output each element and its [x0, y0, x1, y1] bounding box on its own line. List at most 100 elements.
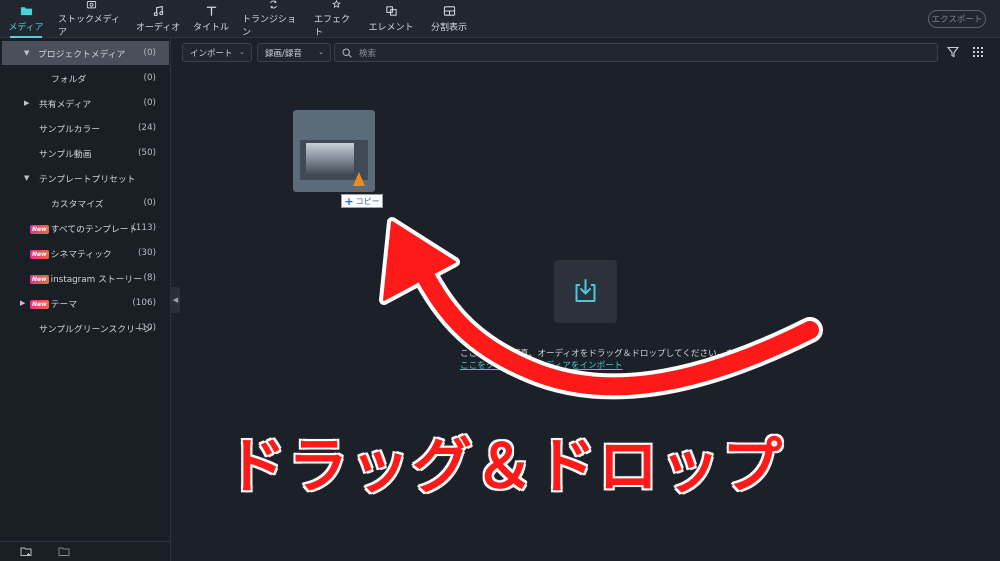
caret-down-icon[interactable]: ▼	[24, 49, 32, 57]
new-folder-icon[interactable]	[20, 546, 32, 557]
music-note-icon	[153, 5, 163, 17]
tab-audio[interactable]: オーディオ	[134, 0, 182, 38]
new-badge: New	[30, 224, 49, 234]
tab-label: エフェクト	[314, 15, 351, 38]
tab-split-screen[interactable]: 分割表示	[425, 0, 473, 38]
chevron-down-icon: ⌄	[318, 48, 324, 56]
sidebar-item-instagram-story[interactable]: New instagram ストーリー (8)	[0, 266, 169, 290]
sidebar-item-count: (10)	[137, 323, 156, 333]
sidebar-item-project-media[interactable]: ▼ プロジェクトメディア (0)	[2, 41, 169, 65]
sidebar-item-label: カスタマイズ	[51, 199, 104, 210]
record-dropdown[interactable]: 録画/録音 ⌄	[257, 43, 331, 62]
sidebar-item-label: テンプレートプリセット	[39, 174, 136, 185]
sidebar-item-label: instagram ストーリー	[50, 274, 143, 285]
sidebar-item-folder[interactable]: フォルダ (0)	[0, 66, 169, 90]
transition-icon	[269, 0, 277, 9]
sidebar-item-label: すべてのテンプレート	[50, 224, 138, 235]
sidebar-item-customize[interactable]: カスタマイズ (0)	[0, 191, 169, 215]
filter-bar: インポート ⌄ 録画/録音 ⌄ 検索	[182, 43, 1000, 63]
sidebar-item-count: (113)	[132, 223, 156, 233]
split-screen-icon	[443, 6, 455, 16]
search-icon	[342, 48, 352, 58]
caret-right-icon[interactable]: ▶	[24, 99, 32, 107]
sidebar-item-shared-media[interactable]: ▶ 共有メディア (0)	[0, 91, 169, 115]
sidebar-item-theme[interactable]: ▶ New テーマ (106)	[0, 291, 169, 315]
sidebar-item-count: (0)	[143, 48, 156, 58]
export-button[interactable]: エクスポート	[928, 10, 986, 28]
top-toolbar: メディア ストックメディア オーディオ タイトル トランジション エフェクト エ…	[0, 0, 1000, 38]
import-media-link[interactable]: ここをクリックしてメディアをインポート	[460, 359, 730, 371]
download-tray-icon	[575, 279, 596, 302]
record-dropdown-label: 録画/録音	[265, 48, 302, 59]
plus-icon: +	[344, 194, 354, 208]
sidebar-footer	[0, 541, 170, 561]
sidebar-item-label: サンプルカラー	[39, 124, 101, 135]
sidebar-item-label: フォルダ	[51, 74, 87, 85]
sidebar-item-count: (24)	[137, 123, 156, 133]
sidebar-item-sample-green-screen[interactable]: サンプルグリーンスクリーン (10)	[0, 316, 169, 340]
annotation-caption: ドラッグ＆ドロップ	[225, 431, 784, 504]
sidebar-item-label: テーマ	[50, 299, 78, 310]
stock-media-icon	[86, 1, 96, 9]
copy-label: コピー	[355, 196, 380, 206]
tab-label: タイトル	[192, 23, 229, 33]
arrow-head-outline	[379, 217, 460, 305]
sidebar-item-count: (106)	[132, 298, 156, 308]
tab-effects[interactable]: エフェクト	[314, 0, 358, 38]
tab-label: 分割表示	[430, 23, 467, 33]
new-badge: New	[30, 299, 49, 309]
sidebar-item-sample-colors[interactable]: サンプルカラー (24)	[0, 116, 169, 140]
drop-hint-text: ここに動画、写真、オーディオをドラッグ＆ドロップしてください。または、	[460, 349, 760, 359]
tab-label: エレメント	[368, 23, 414, 33]
dragged-media-thumbnail[interactable]	[293, 110, 375, 192]
arrow-head	[383, 221, 456, 301]
sidebar-item-label: サンプル動画	[39, 149, 92, 160]
text-t-icon	[206, 6, 216, 16]
sidebar-item-count: (30)	[137, 248, 156, 258]
grid-view-icon[interactable]	[972, 46, 984, 58]
import-drop-button[interactable]	[554, 260, 617, 323]
import-dropdown[interactable]: インポート ⌄	[182, 43, 252, 62]
import-dropdown-label: インポート	[190, 48, 233, 59]
sidebar-item-count: (8)	[143, 273, 156, 283]
app-window: メディア ストックメディア オーディオ タイトル トランジション エフェクト エ…	[0, 0, 1000, 561]
caret-down-icon[interactable]: ▼	[24, 174, 32, 182]
chevron-down-icon: ⌄	[239, 48, 245, 56]
sidebar-item-count: (0)	[143, 198, 156, 208]
tab-label: オーディオ	[135, 23, 181, 33]
media-sidebar: ▼ プロジェクトメディア (0) フォルダ (0) ▶ 共有メディア (0) サ…	[0, 38, 171, 561]
sidebar-item-label: 共有メディア	[39, 99, 92, 110]
sidebar-item-template-presets[interactable]: ▼ テンプレートプリセット	[0, 166, 169, 190]
sidebar-item-all-templates[interactable]: New すべてのテンプレート (113)	[0, 216, 169, 240]
video-frame-preview	[306, 143, 354, 176]
sidebar-item-count: (0)	[143, 98, 156, 108]
tab-title[interactable]: タイトル	[191, 0, 231, 38]
tab-label: ストックメディア	[58, 15, 121, 38]
new-badge: New	[30, 249, 49, 259]
search-input[interactable]: 検索	[334, 43, 938, 62]
sidebar-item-label: サンプルグリーンスクリーン	[39, 324, 153, 335]
sidebar-item-cinematic[interactable]: New シネマティック (30)	[0, 241, 169, 265]
effects-icon	[331, 0, 341, 9]
vlc-cone-icon	[353, 172, 365, 186]
search-placeholder: 検索	[359, 48, 377, 59]
filter-icon[interactable]	[947, 46, 959, 58]
tab-media[interactable]: メディア	[6, 0, 46, 38]
tab-stock-media[interactable]: ストックメディア	[58, 0, 124, 38]
caret-right-icon[interactable]: ▶	[20, 299, 28, 307]
sidebar-item-count: (0)	[143, 73, 156, 83]
new-badge: New	[30, 274, 49, 284]
tab-label: メディア	[8, 23, 44, 33]
tab-elements[interactable]: エレメント	[368, 0, 414, 38]
collapse-sidebar-button[interactable]: ◀	[171, 287, 180, 313]
tab-transition[interactable]: トランジション	[242, 0, 304, 38]
sidebar-item-count: (50)	[137, 148, 156, 158]
elements-icon	[385, 6, 397, 16]
sidebar-item-label: プロジェクトメディア	[38, 49, 126, 60]
tab-label: トランジション	[242, 15, 297, 38]
sidebar-item-sample-videos[interactable]: サンプル動画 (50)	[0, 141, 169, 165]
folder-icon	[20, 7, 32, 16]
sidebar-item-label: シネマティック	[50, 249, 112, 260]
copy-drag-tooltip: + コピー	[341, 194, 383, 208]
folder-outline-icon[interactable]	[58, 546, 70, 557]
